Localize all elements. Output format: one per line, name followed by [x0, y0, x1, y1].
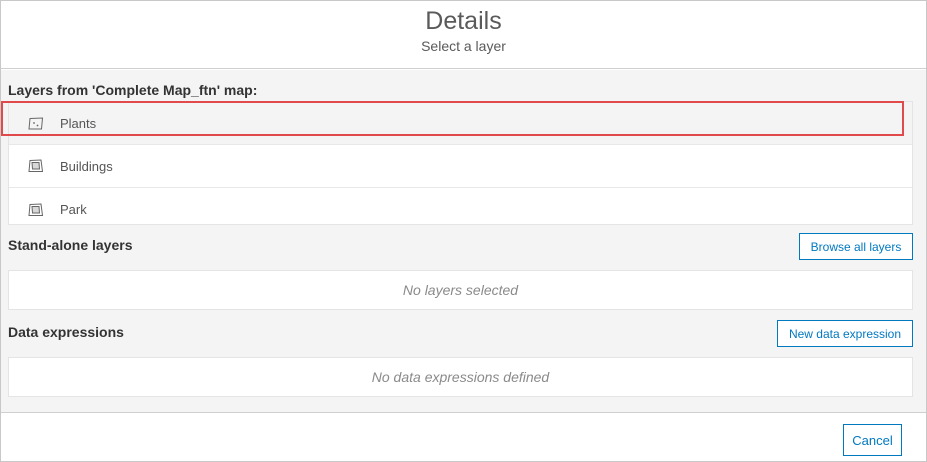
polygon-layer-icon — [28, 116, 44, 130]
new-data-expression-button[interactable]: New data expression — [777, 320, 913, 347]
layer-label: Park — [60, 202, 87, 217]
layer-label: Plants — [60, 115, 97, 131]
layer-item-park[interactable]: Park — [9, 188, 912, 231]
map-layer-icon — [28, 202, 44, 217]
map-layer-icon — [28, 159, 44, 173]
map-layers-heading: Layers from 'Complete Map_ftn' map: — [8, 82, 258, 98]
standalone-heading: Stand-alone layers — [8, 237, 133, 253]
layer-item-buildings[interactable]: Buildings — [9, 145, 912, 188]
standalone-empty-state: No layers selected — [8, 270, 913, 310]
map-layers-list: Plants Buildings Park — [8, 101, 913, 225]
dialog-title: Details — [425, 7, 502, 35]
browse-all-layers-button[interactable]: Browse all layers — [799, 233, 913, 260]
expressions-empty-state: No data expressions defined — [8, 357, 913, 397]
dialog-subtitle: Select a layer — [421, 38, 506, 54]
dialog-body: Layers from 'Complete Map_ftn' map: Plan… — [1, 70, 926, 412]
layer-label: Buildings — [60, 158, 113, 174]
details-dialog: Details Select a layer Layers from 'Comp… — [0, 0, 927, 462]
layer-item-plants[interactable]: Plants — [9, 102, 912, 145]
dialog-header: Details Select a layer — [1, 1, 926, 69]
cancel-button[interactable]: Cancel — [843, 424, 902, 456]
dialog-footer: Cancel — [1, 412, 926, 461]
data-expressions-heading: Data expressions — [8, 324, 124, 340]
